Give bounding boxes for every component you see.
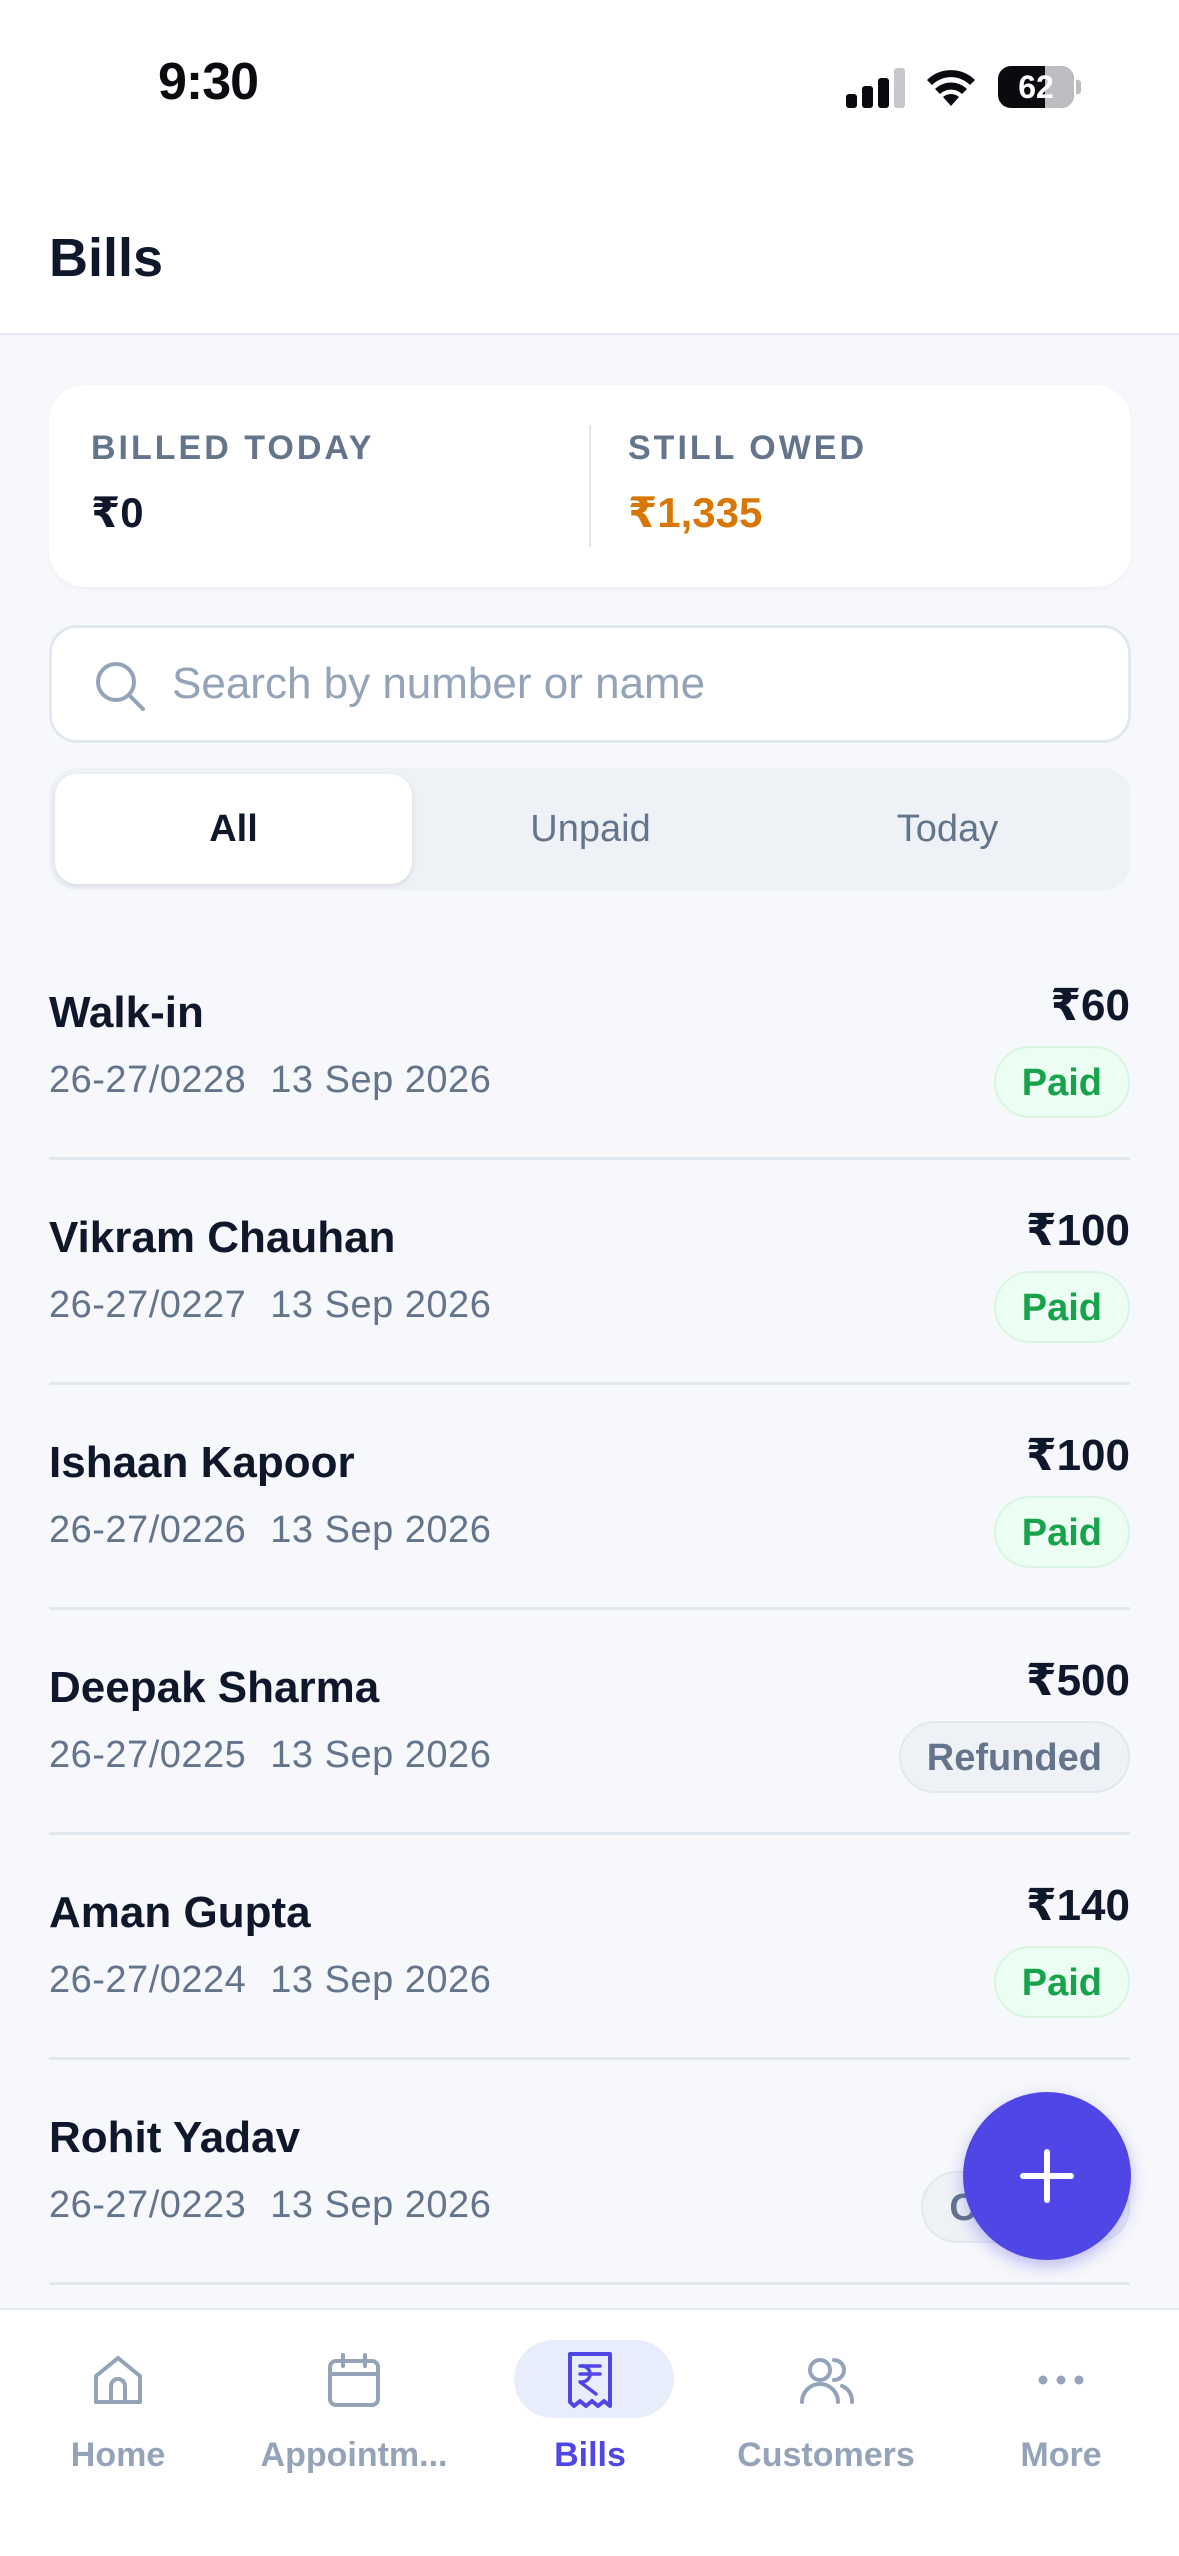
bill-number: 26-27/0224: [49, 1959, 247, 2001]
billed-today-label: BILLED TODAY: [91, 429, 375, 467]
tab-unpaid[interactable]: Unpaid: [412, 774, 769, 884]
status-badge: Paid: [993, 1271, 1130, 1343]
nav-label: Appointm...: [260, 2436, 448, 2474]
calendar-icon: [328, 2353, 380, 2407]
battery-level: 62: [1018, 69, 1054, 105]
plus-icon: [1020, 2149, 1074, 2203]
still-owed-value: ₹1,335: [628, 489, 763, 536]
bill-date: 13 Sep 2026: [270, 1059, 492, 1101]
bill-number: 26-27/0225: [49, 1734, 247, 1776]
nav-customers[interactable]: Customers: [708, 2310, 944, 2490]
wifi-icon: [927, 70, 975, 106]
billed-today-summary: BILLED TODAY ₹0: [91, 429, 374, 537]
status-badge: Refunded: [898, 1721, 1130, 1793]
bill-customer-name: Rohit Yadav: [49, 2113, 301, 2162]
nav-label: Bills: [554, 2436, 626, 2474]
bill-amount: ₹60: [1050, 981, 1130, 1030]
bill-customer-name: Walk-in: [49, 988, 204, 1037]
bills-screen: 9:30 62 Bills BILLED TODAY ₹0 STILL OWED…: [0, 0, 1179, 2556]
bill-number: 26-27/0223: [49, 2184, 247, 2226]
filter-tabs: All Unpaid Today: [49, 768, 1131, 890]
still-owed-label: STILL OWED: [628, 429, 868, 467]
bill-row[interactable]: Vikram Chauhan 26-27/0227 13 Sep 2026 ₹10…: [49, 1160, 1130, 1385]
search-box[interactable]: [49, 625, 1131, 743]
summary-divider: [589, 425, 591, 547]
status-badge: Paid: [993, 1496, 1130, 1568]
search-icon: [96, 662, 145, 711]
bill-customer-name: Aman Gupta: [49, 1888, 311, 1937]
users-icon: [800, 2358, 855, 2404]
bill-amount: ₹100: [1025, 1431, 1130, 1480]
bill-amount: ₹100: [1025, 1206, 1130, 1255]
tab-all[interactable]: All: [55, 774, 412, 884]
bill-number: 26-27/0227: [49, 1284, 247, 1326]
bill-meta: 26-27/0228 13 Sep 2026: [49, 1059, 491, 1102]
bill-amount: ₹500: [1025, 1656, 1130, 1705]
bill-customer-name: Vikram Chauhan: [49, 1213, 396, 1262]
bill-meta: 26-27/0226 13 Sep 2026: [49, 1509, 491, 1552]
tab-today[interactable]: Today: [769, 774, 1126, 884]
bill-amount: ₹140: [1025, 1881, 1130, 1930]
bill-row[interactable]: Aman Gupta 26-27/0224 13 Sep 2026 ₹140 Pa…: [49, 1835, 1130, 2060]
new-bill-fab[interactable]: [963, 2092, 1131, 2260]
bill-meta: 26-27/0224 13 Sep 2026: [49, 1959, 491, 2002]
nav-bills[interactable]: Bills: [472, 2310, 708, 2490]
nav-more[interactable]: More: [943, 2310, 1179, 2490]
nav-label: More: [1020, 2436, 1102, 2474]
status-time: 9:30: [158, 53, 259, 111]
billed-today-value: ₹0: [91, 489, 144, 536]
app-header: Bills: [0, 170, 1179, 335]
battery-icon: 62: [998, 66, 1081, 108]
home-icon: [94, 2356, 142, 2404]
nav-label: Customers: [737, 2436, 915, 2474]
bill-date: 13 Sep 2026: [270, 1509, 492, 1551]
status-badge: Paid: [993, 1946, 1130, 2018]
nav-home[interactable]: Home: [0, 2310, 236, 2490]
search-input[interactable]: [172, 628, 1072, 740]
bill-number: 26-27/0226: [49, 1509, 247, 1551]
bill-meta: 26-27/0225 13 Sep 2026: [49, 1734, 491, 1777]
bill-meta: 26-27/0227 13 Sep 2026: [49, 1284, 491, 1327]
receipt-rupee-icon: [568, 2352, 612, 2408]
bill-list: Walk-in 26-27/0228 13 Sep 2026 ₹60 Paid V…: [0, 935, 1179, 2285]
bottom-nav: Home Appointm... Bills Customers More: [0, 2308, 1179, 2556]
bill-number: 26-27/0228: [49, 1059, 247, 1101]
bill-row[interactable]: Deepak Sharma 26-27/0225 13 Sep 2026 ₹500…: [49, 1610, 1130, 1835]
nav-appointments[interactable]: Appointm...: [236, 2310, 472, 2490]
bill-date: 13 Sep 2026: [270, 1284, 492, 1326]
bill-date: 13 Sep 2026: [270, 1734, 492, 1776]
more-icon: [1038, 2375, 1084, 2385]
bill-row[interactable]: Ishaan Kapoor 26-27/0226 13 Sep 2026 ₹100…: [49, 1385, 1130, 1610]
cellular-signal-icon: [846, 68, 906, 108]
bill-date: 13 Sep 2026: [270, 1959, 492, 2001]
still-owed-summary: STILL OWED ₹1,335: [628, 429, 867, 537]
nav-label: Home: [70, 2436, 166, 2474]
summary-card: BILLED TODAY ₹0 STILL OWED ₹1,335: [49, 385, 1131, 587]
status-bar: 9:30 62: [0, 0, 1179, 170]
bill-date: 13 Sep 2026: [270, 2184, 492, 2226]
status-badge: Paid: [993, 1046, 1130, 1118]
bill-meta: 26-27/0223 13 Sep 2026: [49, 2184, 491, 2227]
page-title: Bills: [49, 228, 164, 288]
bill-customer-name: Deepak Sharma: [49, 1663, 380, 1712]
bill-row[interactable]: Walk-in 26-27/0228 13 Sep 2026 ₹60 Paid: [49, 935, 1130, 1160]
bill-customer-name: Ishaan Kapoor: [49, 1438, 355, 1487]
